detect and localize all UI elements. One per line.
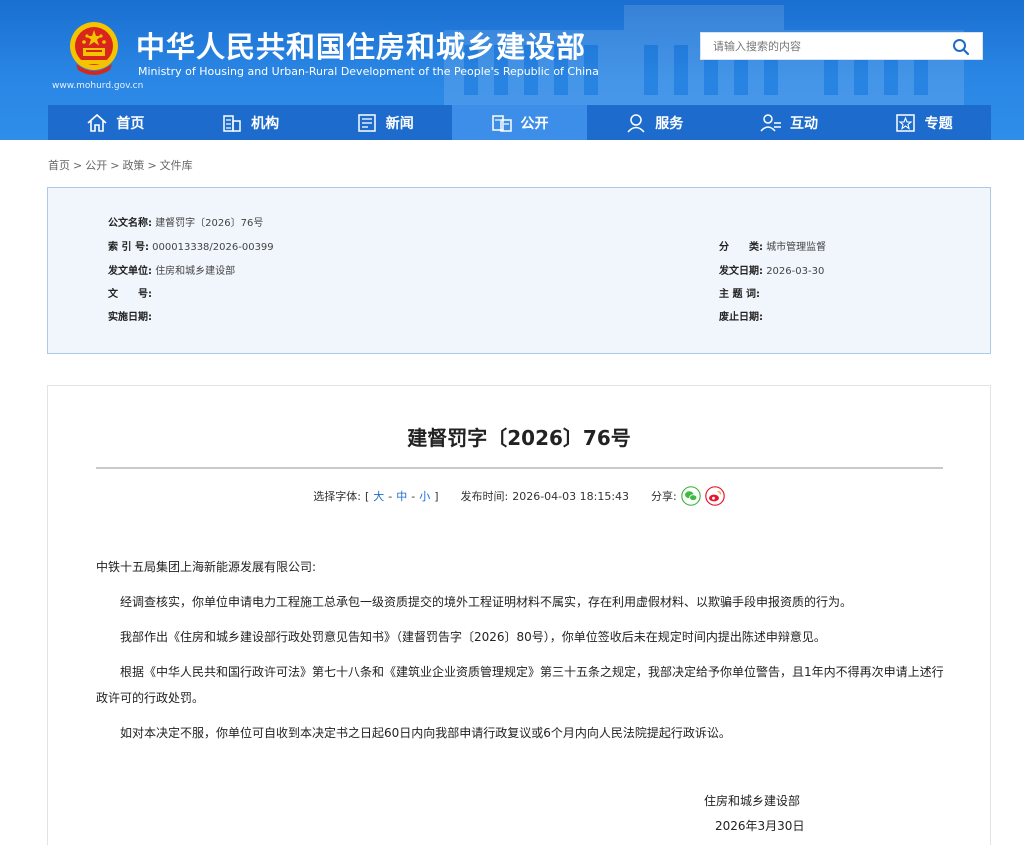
nav-item-interact[interactable]: 互动 — [722, 105, 857, 140]
site-title[interactable]: 中华人民共和国住房和城乡建设部 — [136, 24, 586, 66]
nav-item-public[interactable]: 公开 — [452, 105, 587, 140]
font-separator: - — [388, 489, 393, 503]
signature-organization: 住房和城乡建设部 — [704, 794, 801, 808]
paragraph: 根据《中华人民共和国行政许可法》第七十八条和《建筑业企业资质管理规定》第三十五条… — [96, 665, 944, 705]
article-title: 建督罚字〔2026〕76号 — [407, 426, 631, 450]
main-nav: 首页 机构 新闻 公开 服务 互动 专题 — [48, 105, 991, 140]
nav-label: 专题 — [924, 115, 953, 132]
meta-issuer: 发文单位: 住房和城乡建设部 — [108, 266, 236, 277]
nav-item-topic[interactable]: 专题 — [856, 105, 991, 140]
font-large-link[interactable]: 大 — [373, 488, 384, 504]
meta-keywords: 主 题 词: — [719, 289, 760, 300]
article-body: 中铁十五局集团上海新能源发展有限公司: 经调查核实，你单位申请电力工程施工总承包… — [96, 554, 946, 755]
nav-label: 公开 — [520, 115, 549, 132]
breadcrumb-home[interactable]: 首页 — [48, 159, 70, 172]
site-subtitle: Ministry of Housing and Urban-Rural Deve… — [138, 65, 599, 78]
publish-time: 2026-04-03 18:15:43 — [512, 489, 630, 503]
meta-expiry-date: 废止日期: — [719, 312, 763, 323]
wechat-icon[interactable] — [680, 486, 701, 506]
article-toolbar: 选择字体: [ 大 - 中 - 小 ] 发布时间: 2026-04-03 18:… — [48, 486, 990, 506]
home-icon — [87, 113, 107, 132]
site-url: www.mohurd.gov.cn — [52, 81, 144, 91]
nav-item-org[interactable]: 机构 — [183, 105, 318, 140]
news-icon — [358, 113, 376, 132]
addressee: 中铁十五局集团上海新能源发展有限公司: — [96, 560, 317, 574]
nav-item-home[interactable]: 首页 — [48, 105, 183, 140]
meta-category: 分 类: 城市管理监督 — [719, 242, 827, 253]
document-meta-box: 公文名称: 建督罚字〔2026〕76号 索 引 号: 000013338/202… — [47, 187, 991, 354]
font-size-label: 选择字体: — [313, 490, 361, 503]
meta-index: 索 引 号: 000013338/2026-00399 — [108, 242, 274, 253]
nav-label: 互动 — [789, 115, 818, 132]
org-icon — [223, 114, 241, 132]
search-box — [700, 32, 983, 60]
font-bracket-close: ] — [434, 489, 439, 503]
topic-icon — [895, 113, 915, 132]
nav-label: 机构 — [251, 115, 280, 132]
title-divider — [96, 467, 943, 469]
signature-date: 2026年3月30日 — [715, 819, 805, 833]
meta-issue-date: 发文日期: 2026-03-30 — [719, 266, 825, 277]
nav-label: 首页 — [116, 115, 145, 132]
breadcrumb-library[interactable]: 文件库 — [160, 159, 193, 172]
nav-label: 服务 — [655, 115, 684, 132]
meta-effective-date: 实施日期: — [108, 312, 152, 323]
article-panel: 建督罚字〔2026〕76号 选择字体: [ 大 - 中 - 小 ] 发布时间: … — [47, 385, 991, 845]
meta-doc-no: 文 号: — [108, 289, 152, 300]
paragraph: 如对本决定不服，你单位可自收到本决定书之日起60日内向我部申请行政复议或6个月内… — [120, 726, 731, 740]
font-medium-link[interactable]: 中 — [396, 488, 407, 504]
search-input[interactable] — [701, 33, 941, 59]
meta-doc-name: 公文名称: 建督罚字〔2026〕76号 — [108, 218, 264, 229]
breadcrumb: 首页 > 公开 > 政策 > 文件库 — [48, 159, 193, 172]
national-emblem-icon — [70, 22, 118, 75]
nav-label: 新闻 — [385, 115, 414, 132]
font-bracket-open: [ — [364, 489, 370, 503]
breadcrumb-policy[interactable]: 政策 — [122, 159, 144, 172]
nav-item-news[interactable]: 新闻 — [317, 105, 452, 140]
paragraph: 经调查核实，你单位申请电力工程施工总承包一级资质提交的境外工程证明材料不属实，存… — [120, 595, 853, 609]
search-icon[interactable] — [952, 38, 970, 56]
paragraph: 我部作出《住房和城乡建设部行政处罚意见告知书》（建督罚告字〔2026〕80号），… — [120, 630, 826, 644]
font-separator: - — [411, 489, 416, 503]
publish-time-label: 发布时间: — [460, 490, 509, 503]
breadcrumb-public[interactable]: 公开 — [85, 159, 107, 172]
interact-icon — [760, 113, 781, 132]
share-label: 分享: — [651, 490, 677, 503]
font-small-link[interactable]: 小 — [419, 488, 430, 504]
service-icon — [627, 113, 645, 133]
nav-item-service[interactable]: 服务 — [587, 105, 722, 140]
weibo-icon[interactable] — [704, 486, 725, 506]
public-icon — [491, 114, 512, 132]
